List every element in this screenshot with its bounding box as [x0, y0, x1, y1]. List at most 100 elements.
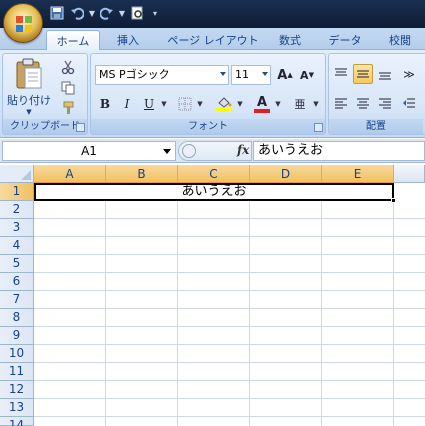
align-left-icon[interactable]	[331, 94, 351, 114]
row-header-3[interactable]: 3	[0, 219, 34, 237]
shrink-font-icon[interactable]: A ▼	[297, 65, 317, 85]
font-size-dropdown-icon[interactable]	[262, 72, 268, 76]
column-header-d[interactable]: D	[250, 165, 322, 183]
align-bottom-icon[interactable]	[375, 64, 395, 84]
row-header-1[interactable]: 1	[0, 183, 34, 201]
format-painter-icon[interactable]	[57, 99, 79, 117]
save-icon[interactable]	[48, 4, 66, 22]
bold-icon[interactable]: B	[95, 94, 115, 114]
row-header-9[interactable]: 9	[0, 327, 34, 345]
paste-label: 貼り付け	[7, 94, 51, 107]
insert-function-icon[interactable]: fx	[237, 143, 249, 157]
row-header-6[interactable]: 6	[0, 273, 34, 291]
cell-a1[interactable]: あいうえお	[34, 183, 394, 201]
title-bar: ▼ ▼ ▾	[0, 0, 425, 28]
column-header-f[interactable]	[394, 165, 425, 183]
font-size-combo[interactable]: 11	[231, 65, 271, 85]
align-center-icon[interactable]	[353, 94, 373, 114]
fill-color-icon[interactable]	[213, 94, 235, 114]
underline-dropdown-icon[interactable]: ▼	[159, 94, 169, 114]
paste-button[interactable]: 貼り付け ▼	[7, 56, 51, 118]
font-color-icon[interactable]: A	[251, 94, 273, 114]
print-preview-icon[interactable]	[128, 4, 146, 22]
row-header-13[interactable]: 13	[0, 399, 34, 417]
gridline	[34, 254, 425, 255]
redo-dropdown-icon[interactable]: ▼	[118, 4, 126, 22]
align-middle-icon[interactable]	[353, 64, 373, 84]
row-header-2[interactable]: 2	[0, 201, 34, 219]
tab-home[interactable]: ホーム	[46, 30, 100, 51]
column-header-b[interactable]: B	[106, 165, 178, 183]
column-header-e[interactable]: E	[322, 165, 394, 183]
tab-insert[interactable]: 挿入	[108, 30, 148, 50]
paste-dropdown-icon[interactable]: ▼	[26, 108, 31, 116]
font-group-label: フォント	[91, 119, 325, 134]
gridline	[34, 290, 425, 291]
expand-handle-icon[interactable]	[182, 144, 196, 158]
name-box-dropdown-icon[interactable]	[163, 149, 171, 154]
decrease-indent-icon[interactable]	[399, 94, 419, 114]
gridline	[34, 344, 425, 345]
font-color-dropdown-icon[interactable]: ▼	[273, 94, 283, 114]
row-header-5[interactable]: 5	[0, 255, 34, 273]
undo-icon[interactable]	[68, 4, 86, 22]
font-launcher-icon[interactable]	[314, 123, 323, 132]
phonetic-guide-icon[interactable]: 亜	[289, 94, 311, 114]
underline-icon[interactable]: U	[139, 94, 159, 114]
alignment-group: ≫ 配置	[328, 53, 425, 135]
gridline	[393, 183, 394, 426]
align-top-icon[interactable]	[331, 64, 351, 84]
tab-page-layout[interactable]: ページ レイアウト	[158, 30, 268, 50]
align-right-icon[interactable]	[375, 94, 395, 114]
redo-icon[interactable]	[98, 4, 116, 22]
row-header-11[interactable]: 11	[0, 363, 34, 381]
gridline	[34, 272, 425, 273]
row-header-7[interactable]: 7	[0, 291, 34, 309]
formula-bar: A1 fx あいうえお	[0, 139, 425, 163]
fill-color-dropdown-icon[interactable]: ▼	[235, 94, 245, 114]
tab-formulas[interactable]: 数式	[270, 30, 310, 50]
tab-review[interactable]: 校閲	[380, 30, 420, 50]
gridline	[34, 362, 425, 363]
font-size-value: 11	[235, 68, 249, 81]
column-header-a[interactable]: A	[34, 165, 106, 183]
ribbon-tabs: ホーム 挿入 ページ レイアウト 数式 データ 校閲	[0, 28, 425, 51]
cut-icon[interactable]	[57, 58, 79, 76]
worksheet-grid[interactable]: A B C D E 1 2 3 4 5 6 7 8 9 10 11 12 13 …	[0, 165, 425, 426]
clipboard-group-label: クリップボード	[3, 119, 87, 134]
column-header-c[interactable]: C	[178, 165, 250, 183]
clipboard-group: 貼り付け ▼ クリップボード	[2, 53, 88, 135]
font-group: MS Pゴシック 11 A ▲ A ▼ B I U ▼ ▼ ▼ A ▼ 亜 ▼ フォ…	[90, 53, 326, 135]
undo-dropdown-icon[interactable]: ▼	[88, 4, 96, 22]
gridline	[34, 218, 425, 219]
grow-font-icon[interactable]: A ▲	[275, 65, 295, 85]
row-header-10[interactable]: 10	[0, 345, 34, 363]
row-header-12[interactable]: 12	[0, 381, 34, 399]
borders-dropdown-icon[interactable]: ▼	[195, 94, 205, 114]
row-header-8[interactable]: 8	[0, 309, 34, 327]
font-name-dropdown-icon[interactable]	[220, 72, 226, 76]
orientation-icon[interactable]: ≫	[399, 64, 419, 84]
gridline	[177, 183, 178, 426]
clipboard-launcher-icon[interactable]	[76, 123, 85, 132]
gridline	[34, 380, 425, 381]
row-header-14[interactable]: 14	[0, 417, 34, 426]
gridline	[34, 308, 425, 309]
quick-access-toolbar: ▼ ▼ ▾	[48, 4, 162, 24]
copy-icon[interactable]	[57, 79, 79, 97]
formula-input[interactable]: あいうえお	[253, 141, 425, 161]
office-button[interactable]	[3, 3, 43, 43]
gridline	[34, 326, 425, 327]
gridline	[34, 416, 425, 417]
fill-handle[interactable]	[391, 198, 396, 203]
phonetic-dropdown-icon[interactable]: ▼	[311, 94, 321, 114]
row-header-4[interactable]: 4	[0, 237, 34, 255]
select-all-button[interactable]	[0, 165, 34, 183]
customize-qat-icon[interactable]: ▾	[148, 4, 162, 22]
paste-icon	[16, 58, 42, 89]
name-box[interactable]: A1	[2, 141, 176, 161]
tab-data[interactable]: データ	[320, 30, 370, 50]
italic-icon[interactable]: I	[117, 94, 137, 114]
borders-icon[interactable]	[175, 94, 195, 114]
font-name-combo[interactable]: MS Pゴシック	[95, 65, 229, 85]
